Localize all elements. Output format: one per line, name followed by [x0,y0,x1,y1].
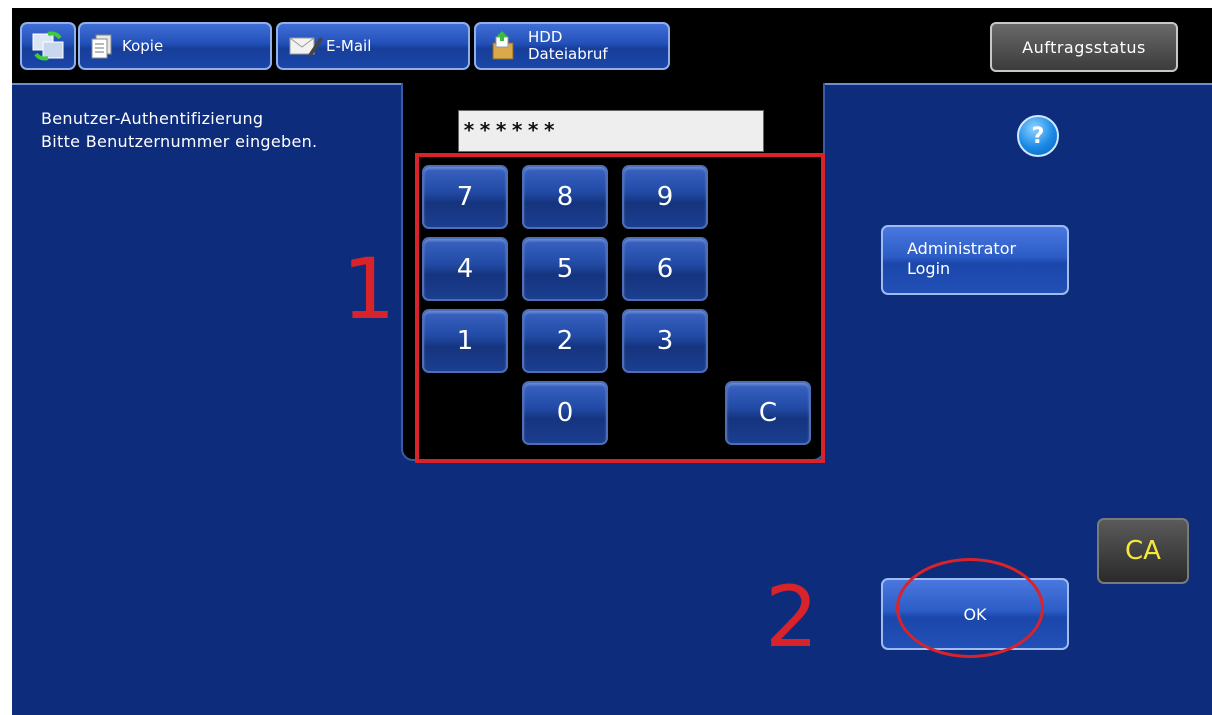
administrator-login-button[interactable]: Administrator Login [881,225,1069,295]
job-status-button[interactable]: Auftragsstatus [990,22,1178,72]
admin-label-line1: Administrator [907,239,1017,258]
mode-switch-button[interactable] [20,22,76,70]
annotation-step-2: 2 [765,568,819,666]
document-retrieval-icon [490,31,516,61]
auth-instruction: Bitte Benutzernummer eingeben. [41,132,318,151]
user-number-input[interactable]: ****** [458,110,764,152]
clear-all-button[interactable]: CA [1097,518,1189,584]
tab-kopie-label: Kopie [122,37,164,55]
tab-email[interactable]: E-Mail [276,22,470,70]
device-screen: Kopie E-Mail HDD Dateiabruf Auftragsstat… [12,8,1212,715]
tab-email-label: E-Mail [326,37,372,55]
help-button[interactable]: ? [1017,115,1059,157]
auth-title: Benutzer-Authentifizierung [41,109,264,128]
auth-prompt: Benutzer-Authentifizierung Bitte Benutze… [41,107,317,153]
copy-document-icon [90,33,114,59]
keypad-highlight-annotation [415,153,825,463]
email-pen-icon [288,33,324,59]
authentication-panel: Benutzer-Authentifizierung Bitte Benutze… [12,83,1212,715]
tab-kopie[interactable]: Kopie [78,22,272,70]
ok-highlight-annotation [896,558,1044,658]
top-bar: Kopie E-Mail HDD Dateiabruf Auftragsstat… [12,8,1212,83]
tab-hdd-label-line2: Dateiabruf [528,45,608,63]
tab-hdd-label-line1: HDD [528,28,563,46]
tab-hdd-dateiabruf[interactable]: HDD Dateiabruf [474,22,670,70]
annotation-step-1: 1 [342,240,396,338]
mode-switch-icon [30,30,66,62]
admin-label-line2: Login [907,259,951,278]
